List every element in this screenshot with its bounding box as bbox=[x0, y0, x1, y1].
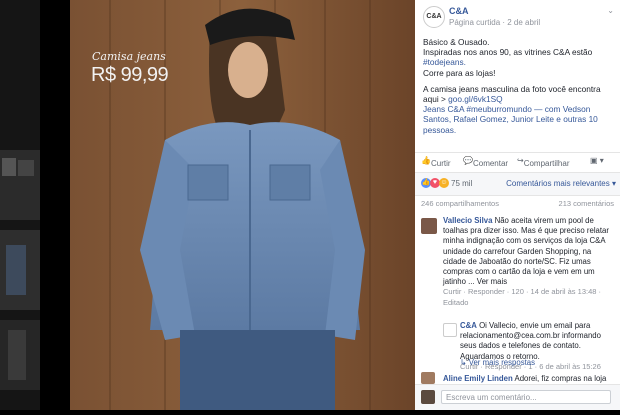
commenter-name[interactable]: Aline Emily Linden bbox=[443, 374, 513, 383]
short-url-link[interactable]: goo.gl/6vk1SQ bbox=[448, 94, 502, 104]
post-meta: Página curtida · 2 de abril bbox=[449, 18, 541, 27]
price-overlay-title: Camisa jeans bbox=[92, 50, 166, 63]
tags-line-3[interactable]: pessoas. bbox=[423, 125, 456, 135]
post-para2-link-prefix: aqui > bbox=[423, 94, 449, 105]
comment-input[interactable]: Escreva um comentário... bbox=[441, 390, 611, 404]
reply-text: Oi Vallecio, envie um email para relacio… bbox=[460, 321, 601, 361]
page-name-link[interactable]: C&A bbox=[449, 6, 469, 16]
background-feed-thumbnails bbox=[0, 0, 70, 410]
post-line-4: Corre para as lojas! bbox=[423, 67, 496, 78]
comment-order-dropdown[interactable]: Comentários mais relevantes ▾ bbox=[506, 179, 616, 188]
post-para2: A camisa jeans masculina da foto você en… bbox=[423, 83, 601, 94]
tags-line-1[interactable]: Jeans C&A #meuburromundo — com Vedson bbox=[423, 104, 590, 114]
post-text: Básico & Ousado. Inspiradas nos anos 90,… bbox=[423, 37, 613, 141]
post-options-chevron-icon[interactable]: ⌄ bbox=[607, 6, 614, 15]
post-line-2: Inspiradas nos anos 90, as vitrines C&A … bbox=[423, 47, 593, 58]
reactions-bar: 👍 ♥ ☺ 75 mil Comentários mais relevantes… bbox=[415, 172, 620, 196]
post-line-1: Básico & Ousado. bbox=[423, 37, 490, 47]
share-label: Compartilhar bbox=[523, 159, 570, 168]
audience-selector[interactable]: ▣ ▾ bbox=[590, 156, 604, 165]
commenter-avatar[interactable] bbox=[421, 218, 437, 234]
post-sidebar: C&A C&A Página curtida · 2 de abril ⌄ Bá… bbox=[415, 0, 620, 410]
left-feed-strip bbox=[0, 0, 70, 410]
like-label: Curtir bbox=[430, 159, 451, 168]
price-overlay-value: R$ 99,99 bbox=[91, 64, 169, 86]
comment-composer: Escreva um comentário... bbox=[415, 384, 620, 410]
comment-item: Vallecio Silva Não aceita virem um pool … bbox=[443, 216, 615, 308]
like-button[interactable]: 👍 Curtir bbox=[421, 156, 451, 168]
reaction-count[interactable]: 75 mil bbox=[451, 179, 472, 188]
page-avatar[interactable]: C&A bbox=[423, 6, 445, 28]
tags-line-2[interactable]: Santos, Rafael Gomez, Junior Leite e out… bbox=[423, 114, 598, 124]
comment-button[interactable]: 💬 Comentar bbox=[463, 156, 508, 168]
share-button[interactable]: ↪ Compartilhar bbox=[517, 156, 570, 168]
hashtag-link[interactable]: #todejeans. bbox=[423, 57, 466, 67]
comment-text: Não aceita virem um pool de toalhas pra … bbox=[443, 216, 609, 287]
commenter-avatar[interactable] bbox=[421, 372, 435, 384]
post-actions-bar: 👍 Curtir 💬 Comentar ↪ Compartilhar ▣ ▾ bbox=[415, 152, 620, 169]
post-photo[interactable]: Camisa jeans R$ 99,99 bbox=[70, 0, 415, 410]
comment-text: Adorei, fiz compras na loja bbox=[514, 374, 607, 383]
more-replies-label: Ver mais respostas bbox=[468, 358, 536, 367]
wow-reaction-icon: ☺ bbox=[439, 178, 449, 188]
shares-count[interactable]: 246 compartilhamentos bbox=[421, 199, 499, 208]
post-stats: 246 compartilhamentos 213 comentários bbox=[415, 197, 620, 209]
comment-item: Aline Emily Linden Adorei, fiz compras n… bbox=[443, 374, 615, 384]
more-replies-link[interactable]: ↳ Ver mais respostas bbox=[460, 358, 535, 367]
reply-author[interactable]: C&A bbox=[460, 321, 477, 330]
comment-meta[interactable]: Curtir · Responder · 120 · 14 de abril à… bbox=[443, 287, 601, 306]
comments-count[interactable]: 213 comentários bbox=[559, 199, 614, 208]
brand-reply-avatar[interactable] bbox=[443, 323, 457, 337]
commenter-name[interactable]: Vallecio Silva bbox=[443, 216, 492, 225]
current-user-avatar bbox=[421, 390, 435, 404]
comment-label: Comentar bbox=[472, 159, 509, 168]
